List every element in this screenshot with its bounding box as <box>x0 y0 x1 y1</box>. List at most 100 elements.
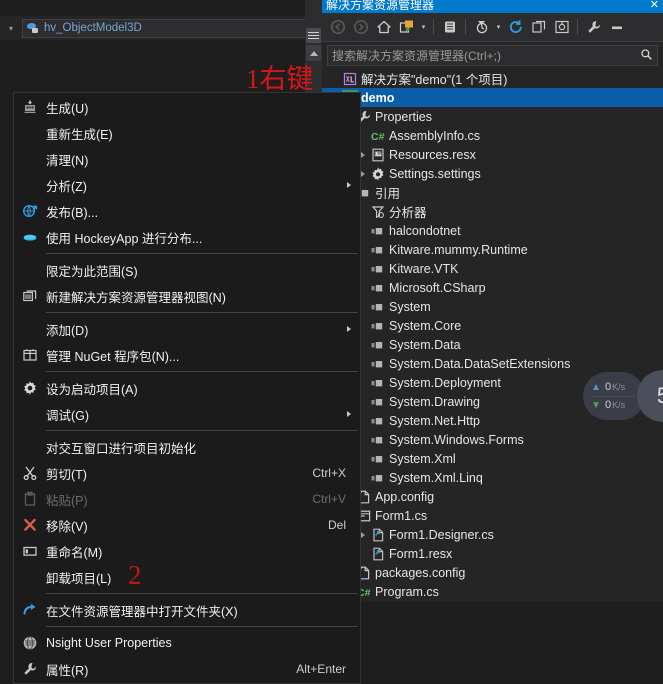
member-dropdown[interactable]: hv_ObjectModel3D ▾ <box>22 18 318 38</box>
forward-button[interactable] <box>349 16 372 38</box>
reference-icon <box>369 432 387 448</box>
tree-item[interactable]: Microsoft.CSharp <box>322 278 663 297</box>
chevron-down-icon[interactable]: ▾ <box>493 16 504 38</box>
chevron-down-icon[interactable]: ▾ <box>418 16 429 38</box>
menu-item-18[interactable]: 在文件资源管理器中打开文件夹(X) <box>14 597 360 623</box>
tree-item[interactable]: 引用 <box>322 183 663 202</box>
properties-button[interactable] <box>582 16 605 38</box>
menu-item-gutter <box>14 146 46 172</box>
menu-item-3[interactable]: 分析(Z) <box>14 172 360 198</box>
paste-icon <box>14 486 46 512</box>
menu-item-16[interactable]: 重命名(M) <box>14 538 360 564</box>
tree-item[interactable]: Form1.resx <box>322 544 663 563</box>
solution-explorer-toolbar: ▾ ▾ <box>322 13 663 42</box>
tree-item[interactable]: System.Core <box>322 316 663 335</box>
tree-item-label: 分析器 <box>389 206 427 220</box>
tree-item[interactable]: System.Xml <box>322 449 663 468</box>
tree-item[interactable]: Kitware.mummy.Runtime <box>322 240 663 259</box>
tree-item[interactable]: System.Xml.Linq <box>322 468 663 487</box>
tree-item[interactable]: System.Data.DataSetExtensions <box>322 354 663 373</box>
menu-item-13[interactable]: 剪切(T) Ctrl+X <box>14 460 360 486</box>
menu-separator <box>46 430 358 431</box>
tree-item-label: Properties <box>375 109 432 124</box>
scroll-up-button[interactable] <box>306 45 321 61</box>
network-speed-widget[interactable]: ▲ 0 K/s ▼ 0 K/s <box>583 372 645 420</box>
publish-icon <box>14 198 46 224</box>
tree-item[interactable]: System <box>322 297 663 316</box>
home-button[interactable] <box>372 16 395 38</box>
menu-item-8[interactable]: 添加(D) <box>14 316 360 342</box>
menu-item-17[interactable]: 卸载项目(L) <box>14 564 360 590</box>
menu-item-label: Nsight User Properties <box>46 636 172 650</box>
tree-item-label: System.Windows.Forms <box>389 432 524 447</box>
resx-icon <box>369 147 387 163</box>
close-icon[interactable]: ✕ <box>650 0 659 11</box>
editor-split-handle[interactable] <box>306 28 321 43</box>
annotation-right-click: 1右键 <box>246 64 314 94</box>
menu-item-14: 粘贴(P) Ctrl+V <box>14 486 360 512</box>
menu-item-gutter <box>14 434 46 460</box>
tree-item[interactable]: C# Program.cs <box>322 582 663 601</box>
menu-item-6[interactable]: 限定为此范围(S) <box>14 257 360 283</box>
solution-icon <box>341 71 359 87</box>
open-folder-arrow-icon <box>14 597 46 623</box>
tree-item[interactable]: Form1.Designer.cs <box>322 525 663 544</box>
search-box[interactable]: 搜索解决方案资源管理器(Ctrl+;) <box>327 45 658 66</box>
preview-selected-items-button[interactable] <box>605 16 628 38</box>
menu-item-11[interactable]: 调试(G) <box>14 401 360 427</box>
view-designer-button[interactable] <box>550 16 573 38</box>
menu-item-20[interactable]: 属性(R) Alt+Enter <box>14 656 360 682</box>
tree-item[interactable]: Settings.settings <box>322 164 663 183</box>
tree-item[interactable]: 分析器 <box>322 202 663 221</box>
menu-item-5[interactable]: 使用 HockeyApp 进行分布... <box>14 224 360 250</box>
tree-item[interactable]: C#demo <box>322 88 663 107</box>
tree-item[interactable]: Resources.resx <box>322 145 663 164</box>
tree-item-label: halcondotnet <box>389 223 461 238</box>
tree-item[interactable]: Properties <box>322 107 663 126</box>
hockeyapp-icon <box>14 224 46 250</box>
menu-item-label: 发布(B)... <box>46 205 99 220</box>
tree-item[interactable]: App.config <box>322 487 663 506</box>
menu-item-2[interactable]: 清理(N) <box>14 146 360 172</box>
tree-item[interactable]: Kitware.VTK <box>322 259 663 278</box>
search-icon[interactable] <box>640 48 653 64</box>
tree-item-label: packages.config <box>375 565 466 580</box>
show-all-files-button[interactable] <box>438 16 461 38</box>
menu-item-9[interactable]: 管理 NuGet 程序包(N)... <box>14 342 360 368</box>
collapse-all-button[interactable] <box>527 16 550 38</box>
menu-item-10[interactable]: 设为启动项目(A) <box>14 375 360 401</box>
menu-item-gutter <box>14 120 46 146</box>
back-button[interactable] <box>326 16 349 38</box>
toolbar-divider <box>433 19 434 35</box>
svg-text:C#: C# <box>371 131 385 143</box>
tree-item-label: Kitware.VTK <box>389 261 459 276</box>
tree-item[interactable]: halcondotnet <box>322 221 663 240</box>
tree-item[interactable]: System.Data <box>322 335 663 354</box>
menu-item-4[interactable]: 发布(B)... <box>14 198 360 224</box>
menu-item-label: 生成(U) <box>46 101 89 116</box>
refresh-button[interactable] <box>504 16 527 38</box>
tree-item[interactable]: C# AssemblyInfo.cs <box>322 126 663 145</box>
designer-file-icon <box>369 546 387 562</box>
tree-item[interactable]: packages.config <box>322 563 663 582</box>
upload-speed-unit: K/s <box>612 382 626 392</box>
navbar-left-dropdown[interactable]: ▾ <box>0 17 22 39</box>
menu-item-12[interactable]: 对交互窗口进行项目初始化 <box>14 434 360 460</box>
menu-item-0[interactable]: 生成(U) <box>14 94 360 120</box>
tree-item[interactable]: System.Windows.Forms <box>322 430 663 449</box>
menu-separator <box>46 626 358 627</box>
pending-changes-filter-button[interactable] <box>470 16 493 38</box>
menu-item-1[interactable]: 重新生成(E) <box>14 120 360 146</box>
menu-item-7[interactable]: 新建解决方案资源管理器视图(N) <box>14 283 360 309</box>
sync-with-active-document-button[interactable] <box>395 16 418 38</box>
tree-expander-empty <box>328 69 341 88</box>
menu-item-15[interactable]: 移除(V) Del <box>14 512 360 538</box>
submenu-arrow-icon <box>347 182 351 188</box>
solution-tree[interactable]: 解决方案"demo"(1 个项目)C#demo Properties C# Assem… <box>322 69 663 601</box>
project-context-menu[interactable]: 生成(U) 重新生成(E) 清理(N) 分析(Z) 发布(B)... 使用 HockeyA… <box>13 92 361 684</box>
menu-item-19[interactable]: Nsight User Properties <box>14 630 360 656</box>
tree-item[interactable]: 解决方案"demo"(1 个项目) <box>322 69 663 88</box>
search-input[interactable]: 搜索解决方案资源管理器(Ctrl+;) <box>332 47 640 64</box>
tree-item[interactable]: Form1.cs <box>322 506 663 525</box>
panel-title: 解决方案资源管理器 <box>326 0 435 12</box>
